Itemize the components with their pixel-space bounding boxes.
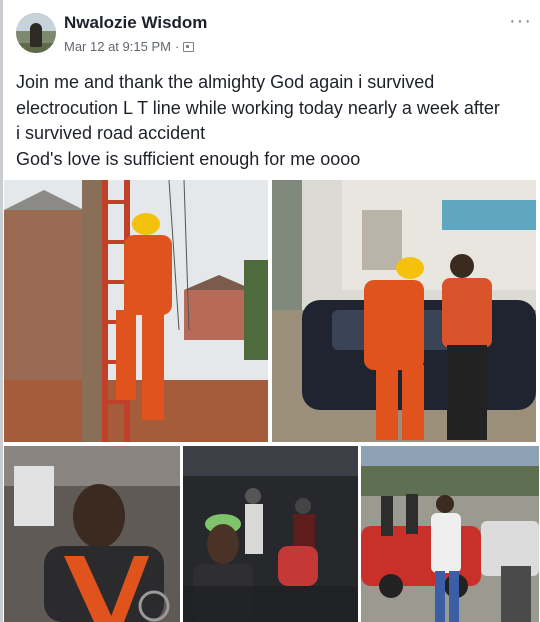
post-header: Nwalozie Wisdom Mar 12 at 9:15 PM · ··· bbox=[16, 10, 532, 60]
post-text-line: Join me and thank the almighty God again… bbox=[16, 72, 435, 92]
author-name[interactable]: Nwalozie Wisdom bbox=[64, 13, 207, 33]
left-border bbox=[0, 0, 3, 622]
meta-separator: · bbox=[174, 39, 180, 54]
photo-selfie-vehicle[interactable] bbox=[4, 446, 180, 622]
post-text: Join me and thank the almighty God again… bbox=[16, 70, 532, 172]
post-timestamp[interactable]: Mar 12 at 9:15 PM bbox=[64, 39, 171, 54]
photo-ladder-pole[interactable] bbox=[4, 180, 268, 442]
photo-two-men-car[interactable] bbox=[272, 180, 536, 442]
photo-crowd-night[interactable] bbox=[183, 446, 358, 622]
post-text-line: God's love is sufficient enough for me o… bbox=[16, 148, 361, 169]
avatar[interactable] bbox=[16, 13, 56, 53]
post-text-line: electrocution L T line while working tod… bbox=[16, 97, 500, 118]
more-options-button[interactable]: ··· bbox=[509, 10, 532, 33]
audience-icon[interactable] bbox=[183, 41, 195, 52]
post-meta: Mar 12 at 9:15 PM · bbox=[64, 39, 195, 54]
photo-red-car-crowd[interactable] bbox=[361, 446, 539, 622]
post-text-line: i survived road accident bbox=[16, 123, 206, 143]
